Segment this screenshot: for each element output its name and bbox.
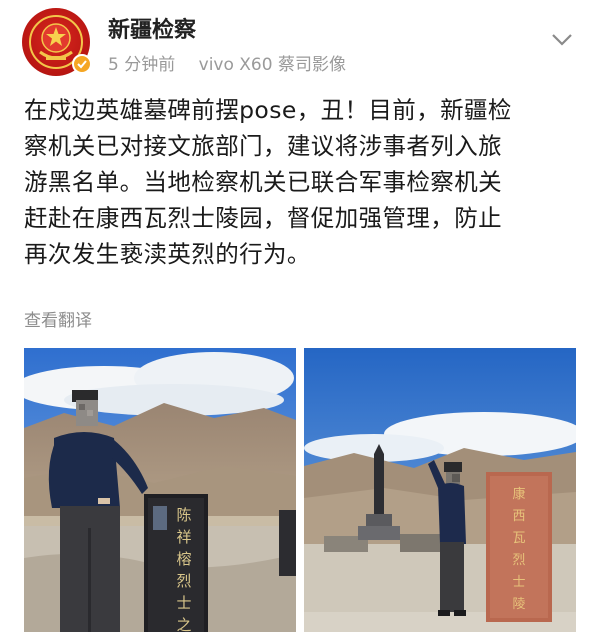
stone-char: 康 — [512, 486, 525, 502]
post-text-line: 再次发生亵渎英烈的行为。 — [24, 240, 311, 268]
tombstone-char: 士 — [176, 594, 191, 612]
post-meta: 5 分钟前 vivo X60 蔡司影像 — [108, 50, 346, 75]
stone-char: 瓦 — [512, 531, 525, 546]
post-photo-left[interactable]: 陈 祥 榕 烈 士 之 — [24, 348, 296, 632]
post-header: 新疆检察 5 分钟前 vivo X60 蔡司影像 — [22, 8, 578, 78]
tombstone-char: 陈 — [176, 506, 191, 524]
stone-char: 烈 — [512, 553, 525, 568]
post-time: 5 分钟前 — [108, 55, 176, 75]
post-text-line: 赶赴在康西瓦烈士陵园，督促加强管理，防止 — [24, 204, 502, 232]
post-photo-right[interactable]: 康 西 瓦 烈 士 陵 — [304, 348, 576, 632]
verified-badge-icon — [72, 54, 92, 74]
tombstone-char: 之 — [176, 616, 191, 632]
stone-char: 西 — [512, 509, 525, 524]
tombstone-char: 祥 — [176, 528, 191, 546]
tombstone-char: 榕 — [176, 550, 191, 568]
tombstone-char: 烈 — [176, 572, 191, 590]
stone-char: 陵 — [512, 597, 525, 612]
post-text-line: 察机关已对接文旅部门，建议将涉事者列入旅 — [24, 132, 502, 160]
post-device: vivo X60 蔡司影像 — [198, 55, 346, 75]
stone-char: 士 — [512, 575, 525, 590]
post-text-line: 游黑名单。当地检察机关已联合军事检察机关 — [24, 168, 502, 196]
account-name[interactable]: 新疆检察 — [108, 12, 196, 44]
chevron-down-icon[interactable] — [548, 30, 576, 50]
translate-link[interactable]: 查看翻译 — [24, 306, 92, 331]
post-text: 在戍边英雄墓碑前摆pose，丑！目前，新疆检 察机关已对接文旅部门，建议将涉事者… — [24, 92, 584, 272]
post-text-line: 在戍边英雄墓碑前摆pose，丑！目前，新疆检 — [24, 96, 512, 124]
